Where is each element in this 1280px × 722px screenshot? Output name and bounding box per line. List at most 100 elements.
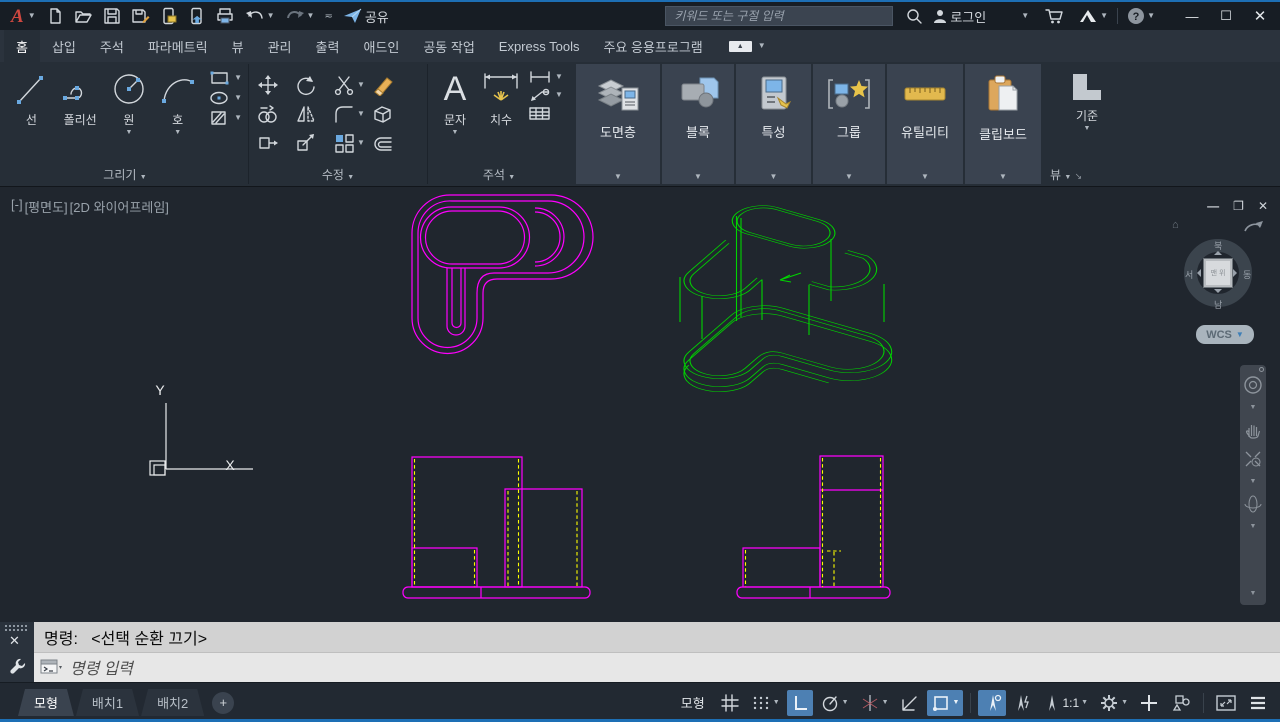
ribbon-collapse-button[interactable]: ▲ [729,41,752,52]
close-button[interactable]: ✕ [1246,7,1274,25]
chevron-down-icon[interactable]: ▼ [555,91,563,99]
chevron-down-icon[interactable]: ▼ [357,110,365,118]
add-status-item-button[interactable] [1135,690,1163,716]
leader-icon[interactable] [528,88,552,102]
chevron-down-icon[interactable]: ▼ [267,12,275,20]
chevron-down-icon[interactable]: ▼ [125,129,132,136]
polar-tracking-toggle[interactable]: ▼ [816,690,853,716]
rotate-tool[interactable] [295,74,317,96]
tab-express-tools[interactable]: Express Tools [487,30,592,62]
status-menu-button[interactable] [1244,690,1272,716]
block-panel[interactable]: 블록 ▼ [662,64,734,184]
table-icon[interactable] [528,106,552,121]
customization-button[interactable]: ▼ [1095,690,1132,716]
search-icon[interactable] [905,7,923,25]
viewcube-arrow-left[interactable] [1197,269,1201,277]
tab-featured-apps[interactable]: 주요 응용프로그램 [591,30,714,62]
tab-output[interactable]: 출력 [304,30,352,62]
new-file-button[interactable] [43,5,67,27]
annotation-scale-button[interactable]: 1:1▼ [1040,690,1092,716]
drag-grip-icon[interactable] [5,625,29,631]
model-space-toggle[interactable]: 모형 [673,689,713,716]
offset-tool[interactable] [371,132,395,154]
chevron-down-icon[interactable]: ▼ [307,12,315,20]
command-close-button[interactable]: ✕ [9,633,20,649]
chevron-down-icon[interactable]: ▼ [882,699,889,706]
circle-tool[interactable]: 원 ▼ [106,68,153,136]
line-tool[interactable]: 선 [8,68,55,128]
trim-tool[interactable]: ▼ [333,74,365,96]
polyline-tool[interactable]: 폴리선 [57,68,104,128]
grid-toggle[interactable] [716,690,744,716]
sign-in-button[interactable]: 로그인 [929,5,989,28]
command-input-line[interactable]: 명령 입력 [34,652,1280,683]
cart-icon[interactable] [1045,7,1065,25]
fillet-tool[interactable]: ▼ [333,103,365,125]
chevron-down-icon[interactable]: ▼ [234,94,242,102]
autodesk-app-button[interactable]: ▼ [1075,6,1111,26]
clean-screen-button[interactable] [1211,690,1241,716]
chevron-down-icon[interactable]: ▼ [234,114,242,122]
ellipse-tool-icon[interactable] [209,90,231,106]
tab-home[interactable]: 홈 [4,30,40,62]
chevron-down-icon[interactable]: ▼ [921,172,929,181]
object-snap-toggle[interactable]: ▼ [927,690,964,716]
object-snap-tracking-toggle[interactable] [896,690,924,716]
help-button[interactable]: ? ▼ [1124,5,1158,27]
chevron-down-icon[interactable]: ▼ [1021,12,1029,20]
properties-panel[interactable]: 특성 ▼ [736,64,811,184]
dimension-tool[interactable]: 치수 [478,68,524,128]
tab-insert[interactable]: 삽입 [40,30,88,62]
chevron-down-icon[interactable]: ▼ [174,129,181,136]
isometric-drafting-toggle[interactable]: ▼ [856,690,893,716]
wrench-icon[interactable] [8,656,26,674]
search-input[interactable] [672,8,886,24]
viewport-visualstyle-control[interactable]: [2D 와이어프레임] [69,197,170,216]
copy-tool[interactable] [257,103,279,125]
command-prompt-icon[interactable] [40,658,62,676]
chevron-down-icon[interactable]: ▼ [694,172,702,181]
zoom-extents-icon[interactable] [1243,449,1263,469]
navigation-wheel-icon[interactable] [1243,375,1263,395]
chevron-down-icon[interactable]: ▼ [1250,523,1257,530]
drawing-restore-button[interactable]: ❐ [1233,199,1244,213]
viewcube-rotate-icon[interactable] [1242,217,1264,235]
snap-toggle[interactable]: ▼ [747,690,784,716]
viewport-view-control[interactable]: [평면도] [24,197,69,216]
plot-button[interactable] [213,5,238,27]
open-file-button[interactable] [71,5,96,27]
base-view-tool[interactable]: 기준 ▼ [1057,70,1117,132]
modify-panel-label[interactable]: 수정 ▼ [249,166,427,183]
annotation-panel-label[interactable]: 주석 ▼ [428,166,570,183]
chevron-down-icon[interactable]: ▼ [234,74,242,82]
compass-east-label[interactable]: 동 [1243,268,1251,281]
chevron-down-icon[interactable]: ▼ [1250,404,1257,411]
navbar-more-icon[interactable]: ▼ [1250,590,1257,597]
undo-button[interactable]: ▼ [242,6,278,26]
chevron-down-icon[interactable]: ▼ [452,129,459,136]
hatch-tool-icon[interactable] [209,110,231,126]
stretch-tool[interactable] [257,132,279,154]
view-cube[interactable]: ⌂ 북 남 서 동 맨 위 [1176,217,1262,321]
layout-tab-2[interactable]: 배치2 [141,689,204,716]
chevron-down-icon[interactable]: ▼ [614,172,622,181]
viewport-menu-control[interactable]: [-] [10,197,24,216]
groups-panel[interactable]: 그룹 ▼ [813,64,885,184]
drawing-minimize-button[interactable]: — [1207,199,1219,213]
chevron-down-icon[interactable]: ▼ [357,81,365,89]
compass-west-label[interactable]: 서 [1185,268,1193,281]
erase-tool[interactable] [371,74,395,96]
chevron-down-icon[interactable]: ▼ [1121,699,1128,706]
isolate-objects-button[interactable] [1166,690,1196,716]
command-line-grip[interactable]: ✕ [0,622,34,682]
text-tool[interactable]: A 문자 ▼ [434,68,476,136]
panel-launcher-icon[interactable]: ↘ [1075,171,1083,181]
customize-quick-access-button[interactable]: ≂ [321,9,335,24]
viewcube-home-icon[interactable]: ⌂ [1172,219,1179,231]
maximize-button[interactable]: ☐ [1212,8,1240,24]
mirror-tool[interactable] [295,103,317,125]
scale-tool[interactable] [295,132,317,154]
linear-dimension-icon[interactable] [528,70,552,84]
navbar-options-icon[interactable] [1259,367,1264,372]
chevron-down-icon[interactable]: ▼ [842,699,849,706]
